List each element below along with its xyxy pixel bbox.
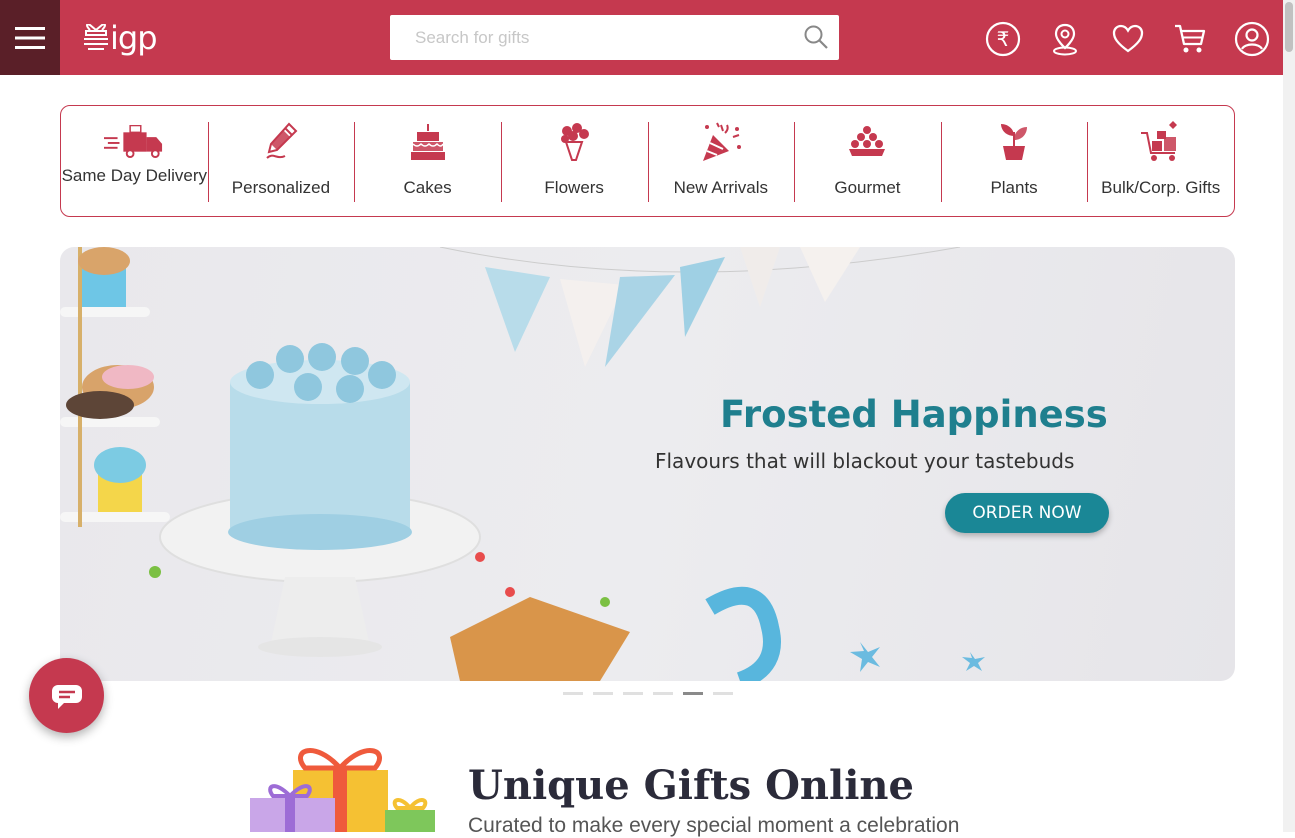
- category-label: Same Day Delivery: [61, 166, 208, 185]
- search-input[interactable]: [390, 15, 795, 60]
- carousel-dot[interactable]: [713, 692, 733, 695]
- menu-icon: [15, 26, 45, 49]
- section-title: Unique Gifts Online: [468, 762, 914, 809]
- wishlist-button[interactable]: [1110, 21, 1146, 57]
- category-label: Flowers: [544, 178, 604, 197]
- igp-logo[interactable]: igp: [84, 17, 158, 59]
- chat-button[interactable]: [29, 658, 104, 733]
- banner-title: Frosted Happiness: [720, 393, 1108, 436]
- scrollbar-thumb[interactable]: [1285, 2, 1293, 52]
- banner-subtitle: Flavours that will blackout your tastebu…: [655, 449, 1075, 473]
- category-label: Plants: [990, 178, 1038, 197]
- gift-logo-icon: [84, 24, 108, 50]
- currency-button[interactable]: ₹: [985, 21, 1021, 57]
- category-gourmet[interactable]: Gourmet: [794, 106, 941, 216]
- cake-icon: [398, 120, 458, 164]
- sweets-platter-icon: [837, 120, 897, 164]
- section-subtitle: Curated to make every special moment a c…: [468, 814, 960, 837]
- category-cakes[interactable]: Cakes: [354, 106, 501, 216]
- category-same-day-delivery[interactable]: Same Day Delivery: [61, 106, 208, 216]
- gift-boxes-illustration: [250, 748, 435, 832]
- carousel-dot[interactable]: [593, 692, 613, 695]
- category-plants[interactable]: Plants: [940, 106, 1088, 216]
- menu-button[interactable]: [0, 0, 60, 75]
- svg-text:₹: ₹: [997, 27, 1010, 51]
- category-label: Cakes: [403, 178, 452, 197]
- location-pin-icon: [1053, 23, 1077, 56]
- potted-plant-icon: [984, 120, 1044, 164]
- order-now-button[interactable]: ORDER NOW: [945, 493, 1109, 533]
- heart-icon: [1112, 24, 1144, 53]
- carousel-dots: [563, 692, 733, 695]
- pencil-icon: [251, 120, 311, 164]
- category-label: Bulk/Corp. Gifts: [1101, 178, 1221, 197]
- category-flowers[interactable]: Flowers: [500, 106, 648, 216]
- bouquet-icon: [544, 120, 604, 164]
- category-label: Personalized: [231, 178, 331, 197]
- carousel-dot[interactable]: [653, 692, 673, 695]
- cart-icon: [1175, 24, 1206, 53]
- category-new-arrivals[interactable]: New Arrivals: [647, 106, 795, 216]
- category-bulk-corp-gifts[interactable]: Bulk/Corp. Gifts: [1087, 106, 1234, 216]
- search-icon[interactable]: [803, 24, 829, 55]
- top-header: igp ₹: [0, 0, 1283, 75]
- search-box[interactable]: [390, 15, 839, 60]
- page-scrollbar[interactable]: [1283, 0, 1295, 832]
- account-button[interactable]: [1234, 21, 1270, 57]
- delivery-truck-icon: [104, 120, 164, 164]
- category-label: Gourmet: [834, 178, 901, 197]
- account-icon: [1234, 21, 1270, 57]
- cart-button[interactable]: [1172, 21, 1208, 57]
- category-label: New Arrivals: [673, 178, 769, 197]
- logo-text: igp: [110, 19, 158, 57]
- gift-trolley-icon: [1131, 120, 1191, 164]
- chat-icon: [51, 684, 82, 709]
- carousel-dot[interactable]: [623, 692, 643, 695]
- category-bar: Same Day Delivery Personalized Cakes Flo…: [60, 105, 1235, 217]
- rupee-icon: ₹: [985, 21, 1021, 57]
- party-popper-icon: [691, 120, 751, 164]
- carousel-dot-active[interactable]: [683, 692, 703, 695]
- carousel-dot[interactable]: [563, 692, 583, 695]
- hero-banner[interactable]: Frosted Happiness Flavours that will bla…: [60, 247, 1235, 681]
- location-button[interactable]: [1047, 21, 1083, 57]
- category-personalized[interactable]: Personalized: [207, 106, 355, 216]
